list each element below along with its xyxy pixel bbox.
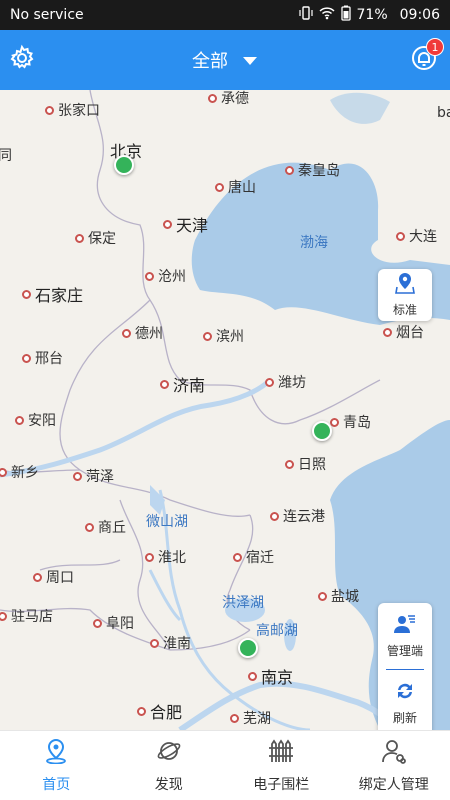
home-location-icon — [44, 738, 68, 768]
nav-fence-label: 电子围栏 — [253, 776, 310, 793]
device-marker[interactable] — [114, 155, 134, 175]
map-pin-icon — [395, 272, 415, 298]
city-label: 宿迁 — [233, 547, 274, 567]
status-bar: No service 71% 09:06 — [0, 0, 450, 30]
group-title: 全部 — [192, 51, 228, 72]
battery-percent: 71% — [356, 7, 388, 23]
refresh-button[interactable]: 刷新 — [378, 670, 432, 730]
map-view[interactable]: 承德 张家口 北京 秦皇岛 唐山 天津 保定 大连 沧州 石家庄 德州 滨州 烟… — [0, 90, 450, 730]
city-label: 沧州 — [145, 266, 186, 286]
water-label: 高邮湖 — [256, 623, 298, 639]
city-label: 大连 — [396, 226, 437, 246]
water-label: 渤海 — [300, 235, 328, 251]
nav-fence[interactable]: 电子围栏 — [225, 731, 338, 800]
city-label: 淮南 — [150, 633, 191, 653]
nav-bind-person-label: 绑定人管理 — [358, 776, 429, 793]
bottom-nav: 首页 发现 电子围栏 绑定人管理 — [0, 730, 450, 800]
battery-icon — [340, 5, 351, 25]
city-label: 驻马店 — [0, 606, 53, 626]
city-label: 芜湖 — [230, 708, 271, 728]
settings-button[interactable] — [6, 44, 38, 76]
map-style-label: 标准 — [392, 303, 417, 317]
city-label: 天津 — [163, 212, 208, 236]
manage-button[interactable]: 管理端 — [378, 603, 432, 669]
notifications-button[interactable]: 1 — [408, 38, 444, 76]
city-label: 菏泽 — [73, 466, 114, 486]
city-label: 日照 — [285, 454, 326, 474]
nav-home[interactable]: 首页 — [0, 731, 113, 800]
city-label: 济南 — [160, 372, 205, 396]
city-label: 连云港 — [270, 506, 325, 526]
city-label: 秦皇岛 — [285, 160, 340, 180]
city-label: bao — [437, 105, 450, 121]
bind-person-icon — [381, 738, 407, 768]
fence-icon — [268, 738, 294, 768]
manage-label: 管理端 — [386, 643, 423, 658]
refresh-icon — [395, 681, 415, 705]
city-label: 滨州 — [203, 326, 244, 346]
city-label: 青岛 — [330, 412, 371, 432]
city-label: 盐城 — [318, 586, 359, 606]
city-label: 阜阳 — [93, 613, 134, 633]
water-label: 微山湖 — [146, 514, 188, 530]
notification-badge: 1 — [426, 38, 444, 56]
city-label: 商丘 — [85, 517, 126, 537]
nav-discover-label: 发现 — [154, 776, 183, 793]
nav-bind-person[interactable]: 绑定人管理 — [338, 731, 450, 800]
gear-icon — [8, 44, 36, 76]
vibrate-icon — [298, 6, 313, 24]
city-label: 承德 — [208, 90, 249, 108]
city-label: 石家庄 — [22, 282, 83, 306]
manage-icon — [394, 614, 416, 638]
map-control-stack: 管理端 刷新 定位 — [378, 603, 432, 730]
nav-discover[interactable]: 发现 — [113, 731, 226, 800]
device-marker[interactable] — [238, 638, 258, 658]
city-label: 合肥 — [137, 699, 182, 723]
city-label: 新乡 — [0, 462, 39, 482]
city-label: 唐山 — [215, 177, 256, 197]
nav-home-label: 首页 — [42, 776, 71, 793]
city-label: 周口 — [33, 567, 74, 587]
city-label: 淮北 — [145, 547, 186, 567]
city-label: 潍坊 — [265, 372, 306, 392]
carrier-text: No service — [10, 7, 84, 23]
wifi-icon — [318, 6, 335, 24]
water-label: 洪泽湖 — [222, 595, 264, 611]
app-header: 全部 1 — [0, 30, 450, 90]
clock: 09:06 — [399, 7, 440, 23]
device-marker[interactable] — [312, 421, 332, 441]
status-icons: 71% 09:06 — [298, 5, 440, 25]
group-selector[interactable]: 全部 — [0, 30, 450, 90]
refresh-label: 刷新 — [392, 710, 417, 725]
city-label: 同 — [0, 148, 12, 164]
city-label: 烟台 — [383, 322, 424, 342]
city-label: 安阳 — [15, 410, 56, 430]
city-label: 邢台 — [22, 348, 63, 368]
map-style-button[interactable]: 标准 — [378, 269, 432, 321]
triangle-down-icon — [242, 51, 258, 70]
city-label: 保定 — [75, 228, 116, 248]
city-label: 南京 — [248, 664, 293, 688]
city-label: 德州 — [122, 323, 163, 343]
city-label: 张家口 — [45, 100, 100, 120]
planet-icon — [156, 738, 182, 768]
